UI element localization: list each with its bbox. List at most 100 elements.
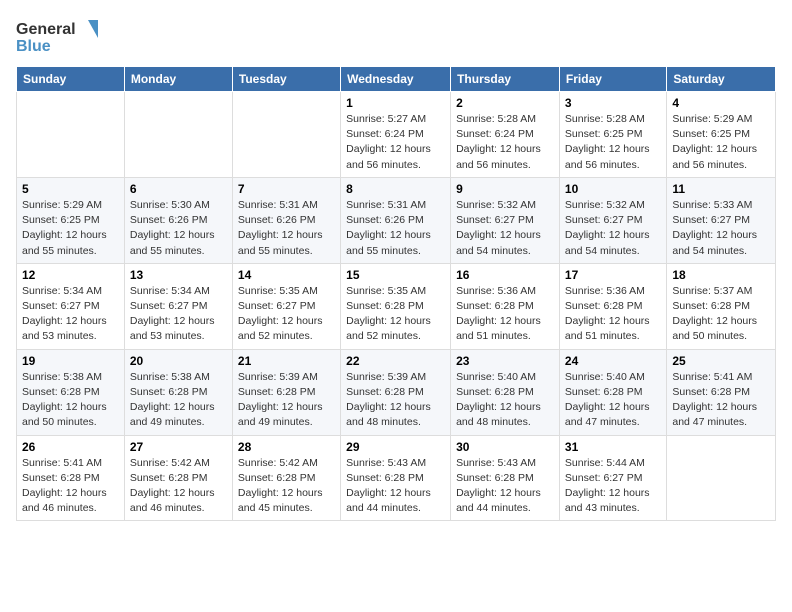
calendar-cell: 16 Sunrise: 5:36 AM Sunset: 6:28 PM Dayli… [451, 263, 560, 349]
calendar-cell: 6 Sunrise: 5:30 AM Sunset: 6:26 PM Daylig… [124, 177, 232, 263]
day-info: Sunrise: 5:30 AM Sunset: 6:26 PM Dayligh… [130, 198, 227, 259]
day-number: 23 [456, 354, 554, 368]
day-info: Sunrise: 5:35 AM Sunset: 6:27 PM Dayligh… [238, 284, 335, 345]
day-info: Sunrise: 5:40 AM Sunset: 6:28 PM Dayligh… [456, 370, 554, 431]
day-info: Sunrise: 5:28 AM Sunset: 6:24 PM Dayligh… [456, 112, 554, 173]
day-info: Sunrise: 5:36 AM Sunset: 6:28 PM Dayligh… [565, 284, 661, 345]
day-info: Sunrise: 5:38 AM Sunset: 6:28 PM Dayligh… [22, 370, 119, 431]
day-number: 21 [238, 354, 335, 368]
day-info: Sunrise: 5:34 AM Sunset: 6:27 PM Dayligh… [22, 284, 119, 345]
day-info: Sunrise: 5:41 AM Sunset: 6:28 PM Dayligh… [22, 456, 119, 517]
calendar-cell: 19Sunrise: 5:38 AM Sunset: 6:28 PM Dayli… [17, 349, 125, 435]
calendar-cell: 12 Sunrise: 5:34 AM Sunset: 6:27 PM Dayli… [17, 263, 125, 349]
page-header: GeneralBlue [16, 16, 776, 56]
calendar-cell: 29 Sunrise: 5:43 AM Sunset: 6:28 PM Dayli… [341, 435, 451, 521]
day-number: 6 [130, 182, 227, 196]
calendar-cell [17, 92, 125, 178]
day-number: 18 [672, 268, 770, 282]
weekday-header-cell: Saturday [667, 67, 776, 92]
day-number: 4 [672, 96, 770, 110]
day-number: 27 [130, 440, 227, 454]
calendar-cell: 10 Sunrise: 5:32 AM Sunset: 6:27 PM Dayli… [559, 177, 666, 263]
calendar-cell: 13Sunrise: 5:34 AM Sunset: 6:27 PM Dayli… [124, 263, 232, 349]
weekday-header-cell: Wednesday [341, 67, 451, 92]
day-number: 22 [346, 354, 445, 368]
weekday-header-cell: Monday [124, 67, 232, 92]
logo: GeneralBlue [16, 16, 106, 56]
day-number: 3 [565, 96, 661, 110]
day-info: Sunrise: 5:29 AM Sunset: 6:25 PM Dayligh… [22, 198, 119, 259]
day-number: 29 [346, 440, 445, 454]
day-number: 2 [456, 96, 554, 110]
weekday-header-row: SundayMondayTuesdayWednesdayThursdayFrid… [17, 67, 776, 92]
day-number: 9 [456, 182, 554, 196]
day-info: Sunrise: 5:38 AM Sunset: 6:28 PM Dayligh… [130, 370, 227, 431]
day-info: Sunrise: 5:40 AM Sunset: 6:28 PM Dayligh… [565, 370, 661, 431]
weekday-header-cell: Thursday [451, 67, 560, 92]
day-info: Sunrise: 5:42 AM Sunset: 6:28 PM Dayligh… [238, 456, 335, 517]
calendar-cell: 21 Sunrise: 5:39 AM Sunset: 6:28 PM Dayli… [232, 349, 340, 435]
weekday-header-cell: Sunday [17, 67, 125, 92]
calendar-week-row: 1 Sunrise: 5:27 AM Sunset: 6:24 PM Daylig… [17, 92, 776, 178]
day-number: 11 [672, 182, 770, 196]
svg-text:General: General [16, 21, 76, 38]
day-info: Sunrise: 5:43 AM Sunset: 6:28 PM Dayligh… [346, 456, 445, 517]
calendar-cell: 8Sunrise: 5:31 AM Sunset: 6:26 PM Daylig… [341, 177, 451, 263]
svg-text:Blue: Blue [16, 38, 51, 55]
day-number: 28 [238, 440, 335, 454]
calendar-cell: 15 Sunrise: 5:35 AM Sunset: 6:28 PM Dayli… [341, 263, 451, 349]
day-info: Sunrise: 5:28 AM Sunset: 6:25 PM Dayligh… [565, 112, 661, 173]
calendar-cell: 7 Sunrise: 5:31 AM Sunset: 6:26 PM Daylig… [232, 177, 340, 263]
calendar-cell: 2 Sunrise: 5:28 AM Sunset: 6:24 PM Daylig… [451, 92, 560, 178]
day-info: Sunrise: 5:31 AM Sunset: 6:26 PM Dayligh… [238, 198, 335, 259]
day-number: 15 [346, 268, 445, 282]
day-number: 17 [565, 268, 661, 282]
weekday-header-cell: Friday [559, 67, 666, 92]
day-info: Sunrise: 5:43 AM Sunset: 6:28 PM Dayligh… [456, 456, 554, 517]
day-info: Sunrise: 5:39 AM Sunset: 6:28 PM Dayligh… [238, 370, 335, 431]
calendar-cell: 30Sunrise: 5:43 AM Sunset: 6:28 PM Dayli… [451, 435, 560, 521]
calendar-cell [124, 92, 232, 178]
calendar-cell: 9 Sunrise: 5:32 AM Sunset: 6:27 PM Daylig… [451, 177, 560, 263]
calendar-week-row: 26 Sunrise: 5:41 AM Sunset: 6:28 PM Dayli… [17, 435, 776, 521]
day-number: 16 [456, 268, 554, 282]
calendar-cell: 27 Sunrise: 5:42 AM Sunset: 6:28 PM Dayli… [124, 435, 232, 521]
day-info: Sunrise: 5:32 AM Sunset: 6:27 PM Dayligh… [565, 198, 661, 259]
day-number: 14 [238, 268, 335, 282]
calendar-cell: 17 Sunrise: 5:36 AM Sunset: 6:28 PM Dayli… [559, 263, 666, 349]
calendar-cell: 18 Sunrise: 5:37 AM Sunset: 6:28 PM Dayli… [667, 263, 776, 349]
day-info: Sunrise: 5:44 AM Sunset: 6:27 PM Dayligh… [565, 456, 661, 517]
calendar-cell: 28 Sunrise: 5:42 AM Sunset: 6:28 PM Dayli… [232, 435, 340, 521]
day-number: 7 [238, 182, 335, 196]
calendar-cell: 25Sunrise: 5:41 AM Sunset: 6:28 PM Dayli… [667, 349, 776, 435]
day-info: Sunrise: 5:42 AM Sunset: 6:28 PM Dayligh… [130, 456, 227, 517]
calendar-week-row: 5 Sunrise: 5:29 AM Sunset: 6:25 PM Daylig… [17, 177, 776, 263]
day-number: 12 [22, 268, 119, 282]
weekday-header-cell: Tuesday [232, 67, 340, 92]
calendar-cell: 3 Sunrise: 5:28 AM Sunset: 6:25 PM Daylig… [559, 92, 666, 178]
day-info: Sunrise: 5:35 AM Sunset: 6:28 PM Dayligh… [346, 284, 445, 345]
day-info: Sunrise: 5:29 AM Sunset: 6:25 PM Dayligh… [672, 112, 770, 173]
day-number: 26 [22, 440, 119, 454]
day-number: 1 [346, 96, 445, 110]
calendar-week-row: 19Sunrise: 5:38 AM Sunset: 6:28 PM Dayli… [17, 349, 776, 435]
day-info: Sunrise: 5:37 AM Sunset: 6:28 PM Dayligh… [672, 284, 770, 345]
day-info: Sunrise: 5:32 AM Sunset: 6:27 PM Dayligh… [456, 198, 554, 259]
calendar-cell: 23 Sunrise: 5:40 AM Sunset: 6:28 PM Dayli… [451, 349, 560, 435]
day-number: 8 [346, 182, 445, 196]
calendar-body: 1 Sunrise: 5:27 AM Sunset: 6:24 PM Daylig… [17, 92, 776, 521]
calendar-cell: 24 Sunrise: 5:40 AM Sunset: 6:28 PM Dayli… [559, 349, 666, 435]
day-info: Sunrise: 5:41 AM Sunset: 6:28 PM Dayligh… [672, 370, 770, 431]
day-number: 24 [565, 354, 661, 368]
calendar-cell: 1 Sunrise: 5:27 AM Sunset: 6:24 PM Daylig… [341, 92, 451, 178]
calendar-cell [667, 435, 776, 521]
day-info: Sunrise: 5:39 AM Sunset: 6:28 PM Dayligh… [346, 370, 445, 431]
calendar-cell: 26 Sunrise: 5:41 AM Sunset: 6:28 PM Dayli… [17, 435, 125, 521]
calendar-cell: 4 Sunrise: 5:29 AM Sunset: 6:25 PM Daylig… [667, 92, 776, 178]
calendar-cell: 31Sunrise: 5:44 AM Sunset: 6:27 PM Dayli… [559, 435, 666, 521]
day-info: Sunrise: 5:27 AM Sunset: 6:24 PM Dayligh… [346, 112, 445, 173]
day-info: Sunrise: 5:36 AM Sunset: 6:28 PM Dayligh… [456, 284, 554, 345]
day-number: 20 [130, 354, 227, 368]
day-number: 10 [565, 182, 661, 196]
day-number: 5 [22, 182, 119, 196]
